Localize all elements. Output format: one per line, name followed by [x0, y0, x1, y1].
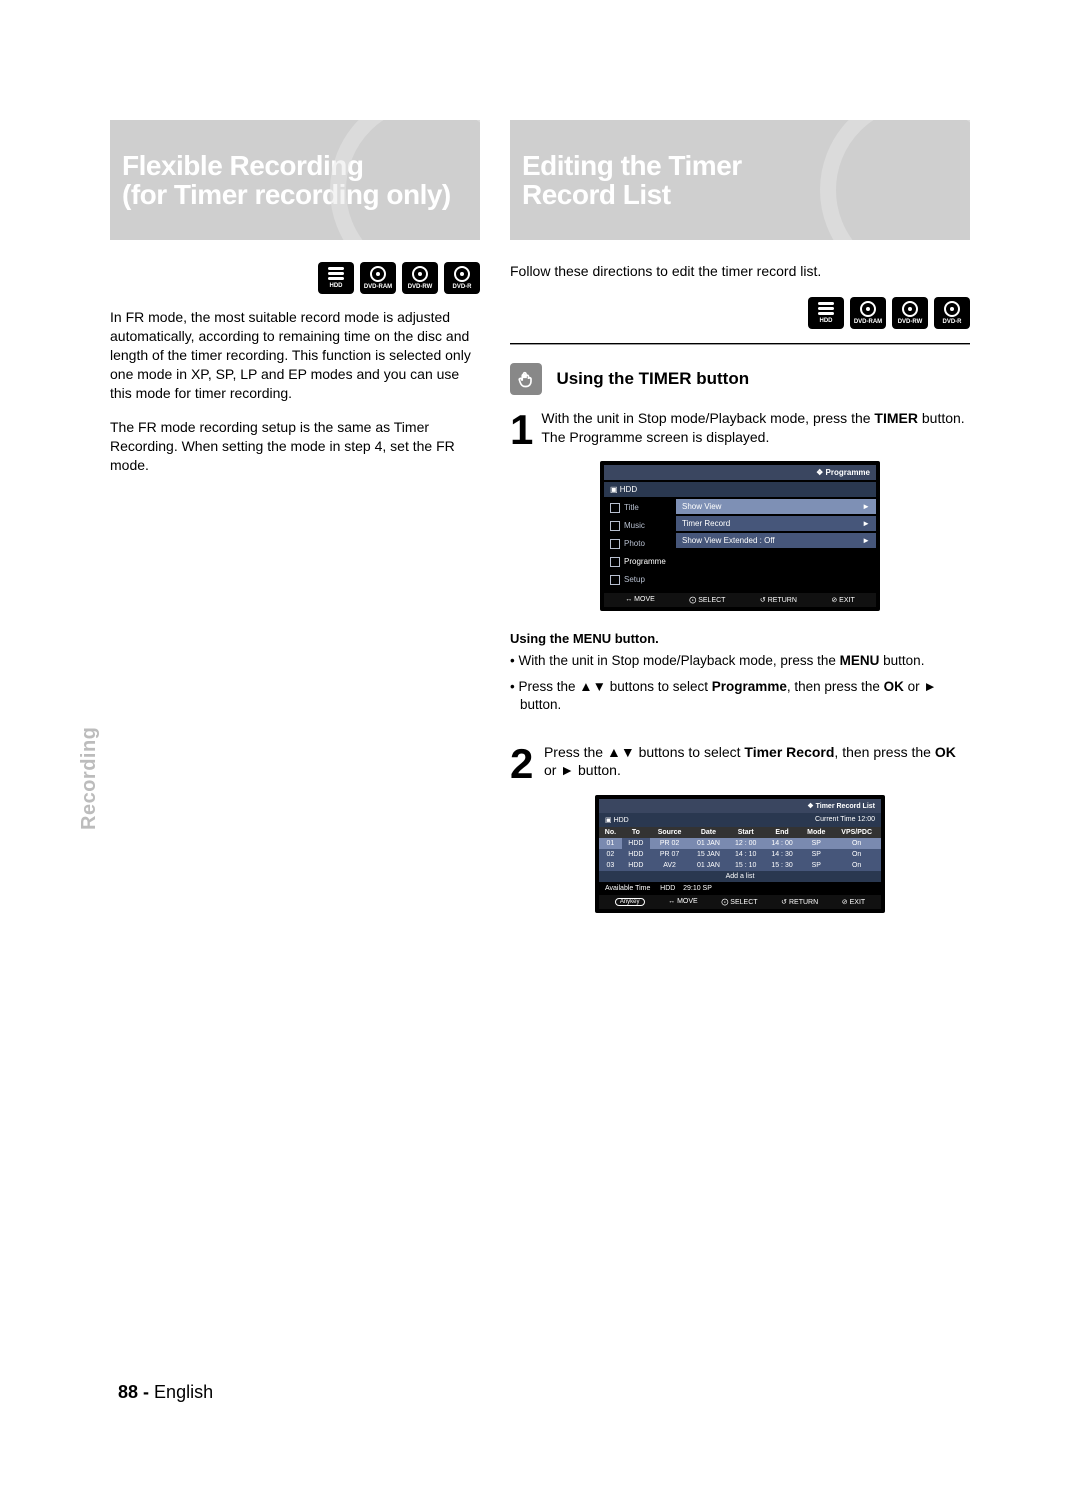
step-1-number: 1 — [510, 409, 533, 451]
hero-r-line2: Record List — [522, 180, 742, 209]
dvd-rw-icon: DVD-RW — [892, 297, 928, 329]
left-paragraph-2: The FR mode recording setup is the same … — [110, 418, 480, 475]
dvd-ram-icon: DVD-RAM — [360, 262, 396, 294]
page-footer: 88 - English — [118, 1382, 213, 1403]
using-menu-heading: Using the MENU button. — [510, 631, 970, 646]
dvd-rw-icon: DVD-RW — [402, 262, 438, 294]
dvd-ram-icon: DVD-RAM — [850, 297, 886, 329]
using-timer-heading: Using the TIMER button — [556, 369, 749, 389]
programme-screen: ❖ Programme ▣ HDD Title Music Photo Prog… — [600, 461, 880, 611]
touch-hand-icon — [510, 363, 542, 395]
left-paragraph-1: In FR mode, the most suitable record mod… — [110, 308, 480, 402]
step-2: 2 Press the ▲▼ buttons to select Timer R… — [510, 743, 970, 785]
hdd-icon: HDD — [318, 262, 354, 294]
step-1: 1 With the unit in Stop mode/Playback mo… — [510, 409, 970, 451]
hero-flexible-recording: Flexible Recording (for Timer recording … — [110, 120, 480, 240]
divider — [510, 343, 970, 345]
dvd-r-icon: DVD-R — [934, 297, 970, 329]
page-language: English — [154, 1382, 213, 1402]
timer-record-list-screen: ❖ Timer Record List ▣ HDD Current Time 1… — [595, 795, 885, 913]
hero-r-line1: Editing the Timer — [522, 151, 742, 180]
step-2-number: 2 — [510, 743, 536, 785]
page-number: 88 - — [118, 1382, 149, 1402]
media-icons-left: HDD DVD-RAM DVD-RW DVD-R — [110, 262, 480, 294]
right-intro: Follow these directions to edit the time… — [510, 262, 970, 281]
media-icons-right: HDD DVD-RAM DVD-RW DVD-R — [510, 297, 970, 329]
menu-bullet-2: • Press the ▲▼ buttons to select Program… — [510, 678, 970, 714]
menu-bullet-1: • With the unit in Stop mode/Playback mo… — [510, 652, 970, 670]
dvd-r-icon: DVD-R — [444, 262, 480, 294]
section-side-tab: Recording — [78, 727, 101, 830]
hero-editing-timer: Editing the Timer Record List — [510, 120, 970, 240]
hdd-icon: HDD — [808, 297, 844, 329]
